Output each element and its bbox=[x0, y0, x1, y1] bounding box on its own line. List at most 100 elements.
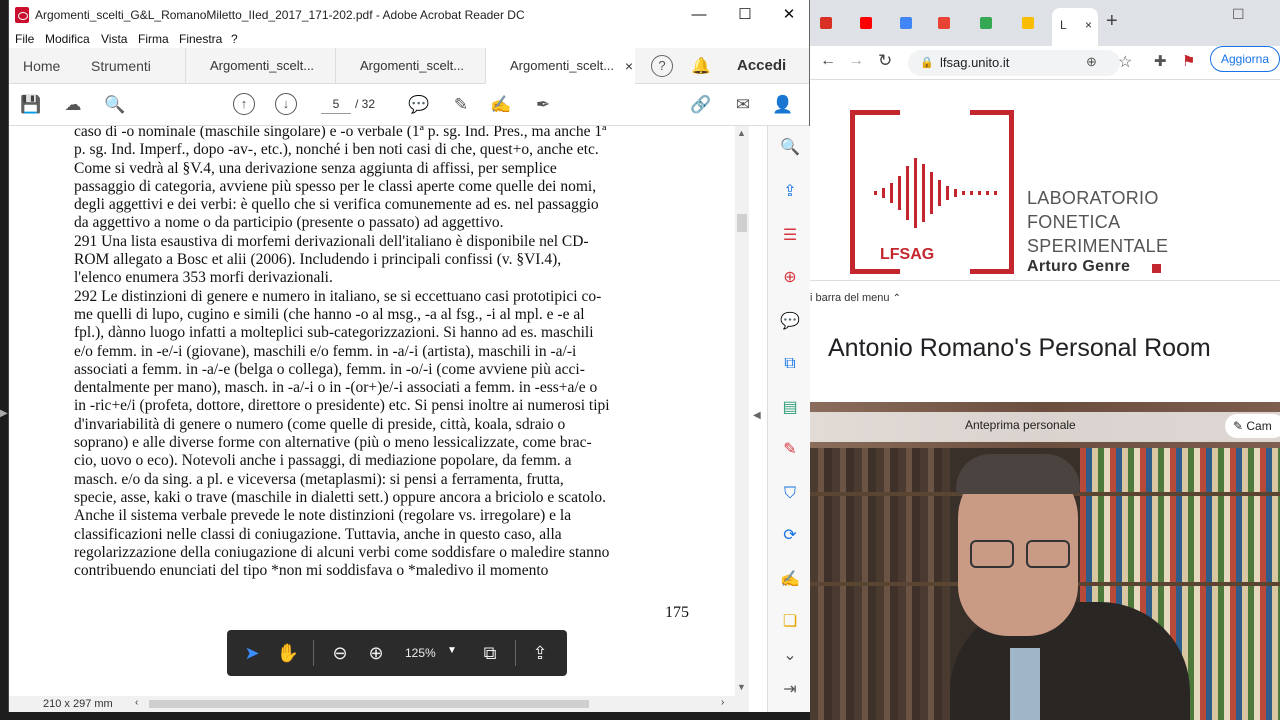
menu-help[interactable]: ? bbox=[231, 32, 238, 46]
zoom-level[interactable]: 125% bbox=[405, 646, 436, 660]
tab-close-icon[interactable]: × bbox=[625, 48, 633, 84]
hide-menubar-link[interactable]: i barra del menu ⌃ bbox=[810, 292, 901, 304]
close-icon[interactable]: ✕ bbox=[767, 0, 811, 30]
text-line: Come si vedrà al §V.4, una derivazione s… bbox=[74, 159, 557, 177]
update-button[interactable]: Aggiorna bbox=[1210, 46, 1280, 72]
zoom-lens-icon[interactable]: ⊕ bbox=[1086, 54, 1097, 70]
text-line: da aggettivo a nome o da participio (pre… bbox=[74, 214, 504, 232]
browser-tab-3[interactable] bbox=[900, 12, 928, 34]
browser-tab-4[interactable] bbox=[938, 12, 966, 34]
prev-page-icon[interactable]: ↑ bbox=[233, 93, 255, 115]
highlight-pen-icon[interactable]: ✎ bbox=[449, 93, 473, 117]
menu-vista[interactable]: Vista bbox=[101, 32, 127, 46]
doc-tab-3-label: Argomenti_scelt... bbox=[510, 58, 615, 73]
doc-tab-1[interactable]: Argomenti_scelt... bbox=[185, 48, 335, 84]
upload-cloud-icon[interactable]: ☁ bbox=[61, 93, 85, 117]
page-total: / 32 bbox=[355, 97, 376, 111]
zoom-dropdown-icon[interactable]: ▼ bbox=[447, 645, 457, 656]
maximize-icon[interactable]: ☐ bbox=[723, 0, 767, 30]
doc-tab-2[interactable]: Argomenti_scelt... bbox=[335, 48, 485, 84]
comment-tool-icon[interactable]: 💬 bbox=[778, 310, 802, 334]
signin-button[interactable]: Accedi bbox=[737, 48, 786, 84]
scroll-up-icon[interactable]: ▲ bbox=[737, 128, 746, 138]
text-line: regolarizzazione della coniugazione di a… bbox=[74, 543, 610, 561]
page-size: 210 x 297 mm bbox=[43, 698, 113, 710]
mail-icon[interactable]: ✉ bbox=[731, 93, 755, 117]
divider bbox=[810, 280, 1280, 281]
draw-icon[interactable]: ✍ bbox=[489, 93, 513, 117]
combine-files-icon[interactable]: ⧉ bbox=[778, 352, 802, 376]
scroll-down-icon[interactable]: ▼ bbox=[737, 682, 746, 692]
export-pdf-icon[interactable]: ⇪ bbox=[778, 180, 802, 204]
send-review-icon[interactable]: ⟳ bbox=[778, 524, 802, 548]
browser-tabstrip: L × + ☐ bbox=[810, 0, 1280, 46]
save-icon[interactable]: 💾 bbox=[19, 93, 43, 117]
page-number-input[interactable]: 5 bbox=[321, 94, 351, 114]
back-icon[interactable]: ← bbox=[820, 52, 836, 70]
text-line: specie, asse, kaki o trave (maschile in … bbox=[74, 488, 606, 506]
forward-icon[interactable]: → bbox=[848, 52, 864, 70]
sign-icon[interactable]: ✍ bbox=[778, 568, 802, 592]
panel-toggle-icon[interactable]: ◀ bbox=[753, 410, 761, 421]
chevron-down-icon[interactable]: ⌄ bbox=[778, 644, 802, 668]
document-view[interactable]: caso di -o nominale (maschile singolare)… bbox=[9, 126, 749, 696]
bookmark-star-icon[interactable]: ☆ bbox=[1118, 52, 1132, 72]
page-fit-icon[interactable]: ⧉ bbox=[477, 641, 503, 665]
fill-sign-tool-icon[interactable]: ✎ bbox=[778, 438, 802, 462]
text-line: passaggio di categoria, avviene più spes… bbox=[74, 177, 597, 195]
scroll-left-icon[interactable]: ‹ bbox=[135, 697, 138, 708]
zoom-in-icon[interactable]: ⊕ bbox=[363, 641, 389, 665]
browser-tab-active[interactable]: L × bbox=[1052, 8, 1098, 46]
link-icon[interactable]: 🔗 bbox=[689, 93, 713, 117]
zoom-search-icon[interactable]: 🔍 bbox=[103, 93, 127, 117]
nav-tools[interactable]: Strumenti bbox=[91, 48, 151, 84]
protect-icon[interactable]: ⛉ bbox=[778, 482, 802, 506]
statusbar: 210 x 297 mm ‹ › bbox=[9, 696, 749, 712]
reload-icon[interactable]: ↻ bbox=[878, 51, 892, 71]
window-title: Argomenti_scelti_G&L_RomanoMiletto_IIed_… bbox=[35, 8, 525, 22]
menu-file[interactable]: File bbox=[15, 32, 34, 46]
create-pdf-icon[interactable]: ⊕ bbox=[778, 266, 802, 290]
stamp-icon[interactable]: ❏ bbox=[778, 610, 802, 634]
browser-maximize-icon[interactable]: ☐ bbox=[1232, 6, 1245, 23]
add-user-icon[interactable]: 👤 bbox=[771, 93, 795, 117]
menu-firma[interactable]: Firma bbox=[138, 32, 169, 46]
scroll-right-icon[interactable]: › bbox=[721, 697, 724, 708]
lab-logo-text: LFSAG bbox=[880, 246, 935, 263]
zoom-out-icon[interactable]: ⊖ bbox=[327, 641, 353, 665]
preview-label: Anteprima personale bbox=[965, 418, 1076, 432]
share-upload-icon[interactable]: ⇪ bbox=[527, 641, 553, 665]
lab-name-line3: SPERIMENTALE bbox=[1027, 236, 1169, 256]
menu-modifica[interactable]: Modifica bbox=[45, 32, 90, 46]
camera-icon: ✎ bbox=[1233, 419, 1247, 433]
vertical-scrollbar[interactable]: ▲ ▼ bbox=[735, 126, 749, 696]
zoom-tool-icon[interactable]: 🔍 bbox=[778, 136, 802, 160]
profile-icon[interactable]: ⚑ bbox=[1182, 52, 1195, 70]
browser-tab-mail[interactable] bbox=[820, 12, 848, 34]
nav-home[interactable]: Home bbox=[23, 48, 60, 84]
comment-icon[interactable]: 💬 bbox=[407, 93, 431, 117]
text-line: soprano) e alle diverse forme con altern… bbox=[74, 434, 592, 452]
doc-tab-3[interactable]: Argomenti_scelt... × bbox=[485, 48, 635, 84]
browser-tab-google[interactable] bbox=[980, 12, 1008, 34]
camera-button[interactable]: ✎ Cam bbox=[1225, 414, 1280, 438]
minimize-icon[interactable]: — bbox=[677, 0, 721, 30]
bell-icon[interactable]: 🔔 bbox=[691, 56, 711, 76]
help-icon[interactable]: ? bbox=[651, 55, 673, 77]
hand-tool-icon[interactable]: ✋ bbox=[275, 641, 301, 665]
browser-tab-close-icon[interactable]: × bbox=[1085, 8, 1092, 42]
menu-finestra[interactable]: Finestra bbox=[179, 32, 222, 46]
fill-sign-icon[interactable]: ✒ bbox=[531, 93, 555, 117]
next-page-icon[interactable]: ↓ bbox=[275, 93, 297, 115]
horizontal-scroll-thumb[interactable] bbox=[149, 700, 589, 708]
browser-tab-6[interactable] bbox=[1022, 12, 1050, 34]
organize-pages-icon[interactable]: ☰ bbox=[778, 224, 802, 248]
scroll-thumb[interactable] bbox=[737, 214, 747, 232]
select-cursor-icon[interactable]: ➤ bbox=[239, 641, 265, 665]
collapse-panel-icon[interactable]: ⇥ bbox=[778, 678, 802, 702]
browser-tab-youtube[interactable] bbox=[860, 12, 888, 34]
edit-pdf-icon[interactable]: ▤ bbox=[778, 396, 802, 420]
new-tab-button[interactable]: + bbox=[1106, 10, 1118, 33]
extensions-icon[interactable]: ✚ bbox=[1154, 52, 1167, 70]
text-line: associati a femm. in -a/-e (belga o coll… bbox=[74, 360, 585, 378]
